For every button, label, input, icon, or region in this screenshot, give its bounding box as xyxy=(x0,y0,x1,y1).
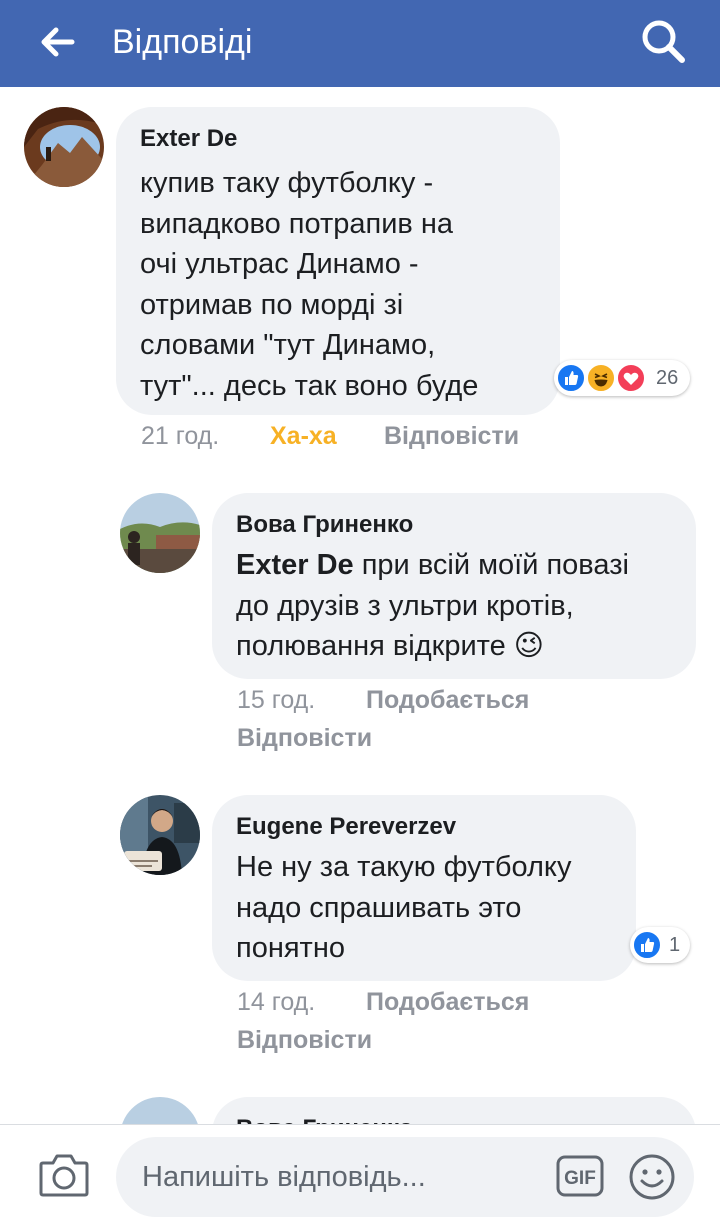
love-icon xyxy=(616,363,646,393)
reply-button[interactable]: Відповісти xyxy=(384,421,519,451)
comment-text-line: Exter De при всій моїй повазі xyxy=(236,545,629,586)
emoji-button[interactable] xyxy=(628,1153,676,1201)
camera-button[interactable] xyxy=(38,1151,90,1199)
reply-button[interactable]: Відповісти xyxy=(237,723,372,753)
comment-time: 15 год. xyxy=(237,686,316,714)
comment-text-line: до друзів з ультри кротів, xyxy=(236,589,574,622)
like-icon xyxy=(556,363,586,393)
comment-author[interactable]: Вова Гриненко xyxy=(236,510,413,540)
comment-text-line: Не ну за такую футболку xyxy=(236,851,572,883)
comment-text-line: купив таку футболку - xyxy=(140,167,434,199)
reaction-count: 26 xyxy=(656,367,679,389)
reaction-count: 1 xyxy=(669,934,681,956)
mention-link[interactable]: Exter De xyxy=(236,549,354,581)
comment-text: Не ну за такую футболку надо спрашивать … xyxy=(236,847,571,969)
back-button[interactable] xyxy=(34,18,82,66)
comment-text: Exter De при всій моїй повазі до друзів … xyxy=(236,545,629,667)
avatar-exter-de[interactable] xyxy=(24,107,104,187)
avatar-vova-hrynenko[interactable] xyxy=(120,493,200,573)
comment-text-line: отримав по морді зі xyxy=(140,288,404,321)
comment-author[interactable]: Exter De xyxy=(140,124,237,154)
reply-button[interactable]: Відповісти xyxy=(237,1025,372,1055)
avatar-photo xyxy=(120,1097,200,1124)
gif-icon: GIF xyxy=(556,1155,604,1197)
reply-input[interactable] xyxy=(116,1137,694,1217)
comment-text-line: надо спрашивать это xyxy=(236,891,522,924)
avatar-eugene-pereverzev[interactable] xyxy=(120,795,200,875)
page-title: Відповіді xyxy=(112,23,253,61)
avatar-photo xyxy=(24,107,104,187)
search-icon xyxy=(642,20,685,63)
reply-composer: GIF xyxy=(0,1124,720,1227)
reactions-summary[interactable]: 1 xyxy=(630,927,690,963)
comment-text-fragment: при всій моїй повазі xyxy=(353,549,629,581)
avatar-photo xyxy=(120,795,200,875)
comments-list: Exter De купив таку футболку - випадково… xyxy=(0,87,720,1124)
comment-time: 14 год. xyxy=(237,988,316,1016)
comment-text-line: випадково потрапив на xyxy=(140,207,454,240)
comment-time: 21 год. xyxy=(141,422,220,450)
comment-author[interactable]: Eugene Pereverzev xyxy=(236,812,456,842)
like-button[interactable]: Подобається xyxy=(366,685,529,715)
like-button[interactable]: Подобається xyxy=(366,987,529,1017)
comment-text-line: очі ультрас Динамо - xyxy=(140,248,419,281)
search-button[interactable] xyxy=(636,14,692,70)
gif-button[interactable]: GIF xyxy=(556,1155,604,1197)
comment-text-line: понятно xyxy=(236,932,345,965)
avatar-vova-hrynenko[interactable] xyxy=(120,1097,200,1124)
reactions-summary[interactable]: 26 xyxy=(554,360,690,396)
top-bar: Відповіді xyxy=(0,0,720,87)
comment-text-line: словами "тут Динамо, xyxy=(140,329,436,362)
gif-label: GIF xyxy=(564,1168,596,1189)
comment-text-line: тут"... десь так воно буде xyxy=(140,369,479,402)
haha-reaction-button[interactable]: Ха-ха xyxy=(270,421,337,451)
comment-text-line: полювання відкрите 😉 xyxy=(236,630,545,663)
comment-text: купив таку футболку - випадково потрапив… xyxy=(140,163,478,407)
haha-icon xyxy=(586,363,616,393)
back-arrow-icon xyxy=(41,27,75,57)
smiley-icon xyxy=(629,1154,675,1200)
like-icon xyxy=(632,930,662,960)
comment-author[interactable]: Вова Гриненко xyxy=(236,1114,413,1124)
avatar-photo xyxy=(120,493,200,573)
camera-icon xyxy=(39,1154,89,1197)
